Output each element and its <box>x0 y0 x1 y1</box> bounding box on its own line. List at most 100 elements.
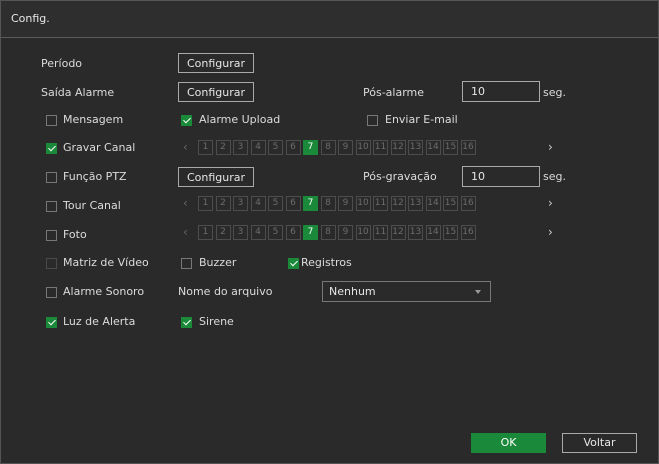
channel-button-4[interactable]: 4 <box>250 140 266 155</box>
alarme-upload-checkbox[interactable] <box>181 115 192 126</box>
enviar-email-label: Enviar E-mail <box>385 113 458 126</box>
config-window: Config. Período Configurar Saída Alarme … <box>0 0 659 464</box>
pos-alarme-unit: seg. <box>543 86 566 99</box>
channel-button-5[interactable]: 5 <box>268 196 283 211</box>
window-title: Config. <box>11 12 50 25</box>
luz-alerta-label: Luz de Alerta <box>63 315 136 328</box>
channel-button-9[interactable]: 9 <box>338 225 353 240</box>
channel-button-2[interactable]: 2 <box>215 140 231 155</box>
channel-button-13[interactable]: 13 <box>408 140 423 155</box>
channel-button-9[interactable]: 9 <box>338 140 353 155</box>
buzzer-label: Buzzer <box>199 256 237 269</box>
pos-gravacao-input[interactable]: 10 <box>462 166 540 187</box>
pos-alarme-label: Pós-alarme <box>363 86 425 99</box>
channel-button-15[interactable]: 15 <box>443 196 458 211</box>
alarme-sonoro-checkbox[interactable] <box>46 287 57 298</box>
channel-button-1[interactable]: 1 <box>198 140 213 155</box>
channel-button-2[interactable]: 2 <box>215 225 231 240</box>
chevron-right-icon[interactable]: › <box>548 140 553 155</box>
chevron-down-icon <box>475 290 481 294</box>
luz-alerta-checkbox[interactable] <box>46 317 57 328</box>
channel-button-8[interactable]: 8 <box>320 140 336 155</box>
channel-button-1[interactable]: 1 <box>198 196 213 211</box>
channel-button-11[interactable]: 11 <box>373 225 388 240</box>
sirene-checkbox[interactable] <box>181 317 192 328</box>
channel-button-4[interactable]: 4 <box>250 196 266 211</box>
mensagem-label: Mensagem <box>63 113 124 126</box>
channel-button-1[interactable]: 1 <box>198 225 213 240</box>
channel-button-15[interactable]: 15 <box>443 225 458 240</box>
saida-alarme-label: Saída Alarme <box>41 86 115 99</box>
channel-button-10[interactable]: 10 <box>355 225 371 240</box>
pos-alarme-input[interactable]: 10 <box>462 81 540 102</box>
saida-alarme-configurar-button[interactable]: Configurar <box>178 82 254 102</box>
gravar-canal-label: Gravar Canal <box>63 141 136 154</box>
chevron-right-icon[interactable]: › <box>548 196 553 211</box>
mensagem-checkbox[interactable] <box>46 115 57 126</box>
funcao-ptz-label: Função PTZ <box>63 170 127 183</box>
funcao-ptz-configurar-button[interactable]: Configurar <box>178 167 254 187</box>
registros-label: Registros <box>301 256 352 269</box>
channel-button-11[interactable]: 11 <box>373 196 388 211</box>
chevron-left-icon[interactable]: ‹ <box>183 196 188 211</box>
periodo-label: Período <box>41 57 83 70</box>
ok-button[interactable]: OK <box>471 433 546 453</box>
channel-button-7[interactable]: 7 <box>303 140 318 155</box>
channel-button-10[interactable]: 10 <box>355 196 371 211</box>
channel-button-2[interactable]: 2 <box>215 196 231 211</box>
file-name-value: Nenhum <box>329 285 376 298</box>
channel-button-15[interactable]: 15 <box>443 140 458 155</box>
channel-button-3[interactable]: 3 <box>233 196 248 211</box>
alarme-upload-label: Alarme Upload <box>199 113 281 126</box>
file-name-label: Nome do arquivo <box>178 285 273 298</box>
sirene-label: Sirene <box>199 315 234 328</box>
channel-button-6[interactable]: 6 <box>285 225 301 240</box>
channel-button-4[interactable]: 4 <box>250 225 266 240</box>
channel-button-12[interactable]: 12 <box>390 196 406 211</box>
channel-button-13[interactable]: 13 <box>408 225 423 240</box>
foto-label: Foto <box>63 228 87 241</box>
chevron-left-icon[interactable]: ‹ <box>183 225 188 240</box>
tour-canal-checkbox[interactable] <box>46 201 57 212</box>
channel-button-12[interactable]: 12 <box>390 225 406 240</box>
buzzer-checkbox[interactable] <box>181 258 192 269</box>
chevron-right-icon[interactable]: › <box>548 225 553 240</box>
title-bar: Config. <box>1 1 658 38</box>
tour-canal-label: Tour Canal <box>63 199 121 212</box>
channel-button-16[interactable]: 16 <box>460 225 476 240</box>
channel-button-7[interactable]: 7 <box>303 225 318 240</box>
channel-button-14[interactable]: 14 <box>425 225 441 240</box>
funcao-ptz-checkbox[interactable] <box>46 172 57 183</box>
alarme-sonoro-label: Alarme Sonoro <box>63 285 145 298</box>
periodo-configurar-button[interactable]: Configurar <box>178 53 254 73</box>
pos-gravacao-unit: seg. <box>543 170 566 183</box>
channel-button-12[interactable]: 12 <box>390 140 406 155</box>
channel-button-5[interactable]: 5 <box>268 225 283 240</box>
channel-button-8[interactable]: 8 <box>320 196 336 211</box>
channel-button-10[interactable]: 10 <box>355 140 371 155</box>
channel-button-13[interactable]: 13 <box>408 196 423 211</box>
foto-checkbox[interactable] <box>46 230 57 241</box>
channel-button-3[interactable]: 3 <box>233 225 248 240</box>
channel-button-6[interactable]: 6 <box>285 140 301 155</box>
channel-button-5[interactable]: 5 <box>268 140 283 155</box>
gravar-canal-checkbox[interactable] <box>46 143 57 154</box>
matriz-video-label: Matriz de Vídeo <box>63 256 149 269</box>
chevron-left-icon[interactable]: ‹ <box>183 140 188 155</box>
channel-button-3[interactable]: 3 <box>233 140 248 155</box>
matriz-video-checkbox[interactable] <box>46 258 57 269</box>
channel-button-14[interactable]: 14 <box>425 196 441 211</box>
channel-button-8[interactable]: 8 <box>320 225 336 240</box>
channel-button-6[interactable]: 6 <box>285 196 301 211</box>
voltar-button[interactable]: Voltar <box>562 433 637 453</box>
channel-button-11[interactable]: 11 <box>373 140 388 155</box>
channel-button-7[interactable]: 7 <box>303 196 318 211</box>
registros-checkbox[interactable] <box>288 258 299 269</box>
channel-button-14[interactable]: 14 <box>425 140 441 155</box>
enviar-email-checkbox[interactable] <box>367 115 378 126</box>
channel-button-16[interactable]: 16 <box>460 196 476 211</box>
channel-button-9[interactable]: 9 <box>338 196 353 211</box>
file-name-select[interactable]: Nenhum <box>322 281 491 302</box>
pos-gravacao-label: Pós-gravação <box>363 170 437 183</box>
channel-button-16[interactable]: 16 <box>460 140 476 155</box>
